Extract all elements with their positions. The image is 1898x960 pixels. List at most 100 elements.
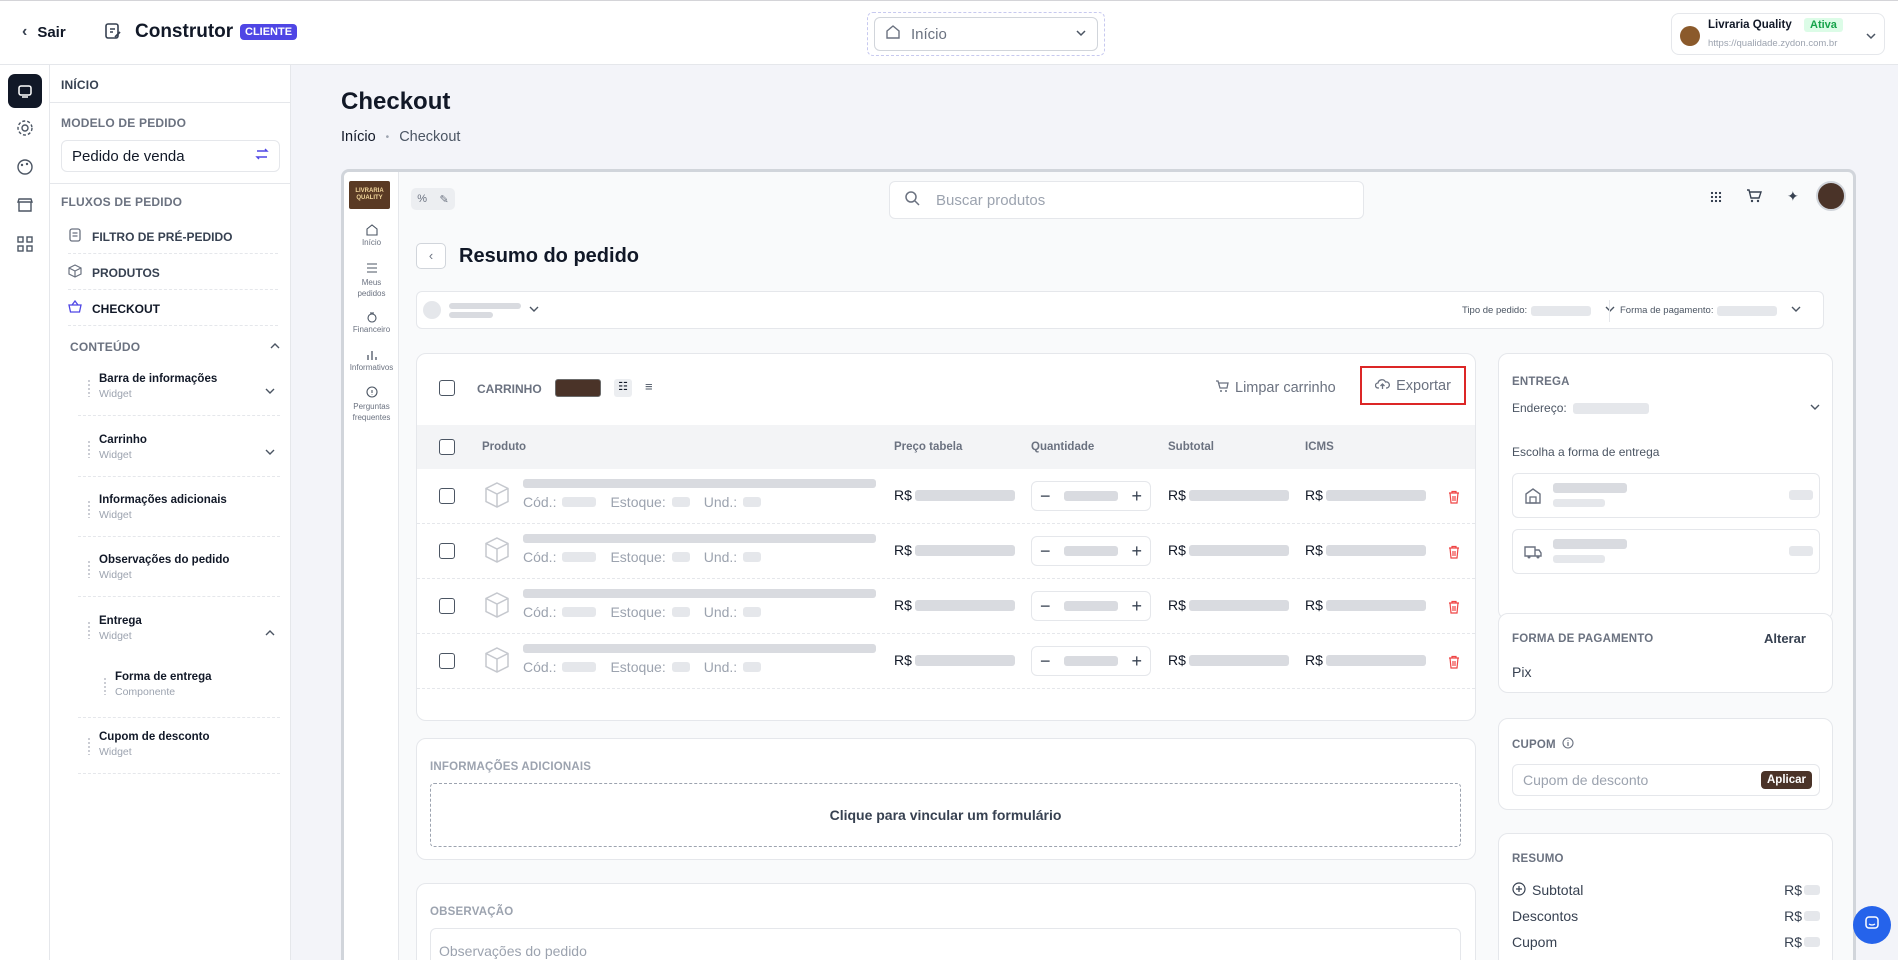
store-logo[interactable]: LIVRARIA QUALITY <box>349 181 390 209</box>
plus-icon[interactable]: + <box>1131 596 1142 617</box>
cart-rows: Cód.: Estoque: Und.: R$ − + R$ R$ Cód.: Estoque: U… <box>417 469 1475 719</box>
quantity-stepper[interactable]: − + <box>1031 591 1151 621</box>
view-toggle-compact[interactable] <box>555 379 601 397</box>
apps-icon[interactable] <box>16 235 34 258</box>
product-search[interactable]: Buscar produtos <box>889 181 1364 219</box>
flow-item-products[interactable]: PRODUTOS <box>68 256 278 290</box>
trash-icon[interactable] <box>1447 600 1461 619</box>
export-button[interactable]: Exportar <box>1360 366 1466 405</box>
info-icon[interactable] <box>1562 736 1574 754</box>
cart-icon[interactable] <box>1746 188 1762 209</box>
plus-icon[interactable]: + <box>1131 541 1142 562</box>
column-subtotal: Subtotal <box>1168 441 1214 453</box>
link-form-button[interactable]: Clique para vincular um formulário <box>430 783 1461 847</box>
breadcrumb: Início • Checkout <box>341 129 461 145</box>
clear-cart-button[interactable]: Limpar carrinho <box>1215 379 1336 397</box>
sidebar-home[interactable]: INÍCIO <box>61 78 99 92</box>
percent-icon[interactable]: % <box>417 193 427 205</box>
nav-item-financial[interactable]: Financeiro <box>344 311 399 334</box>
header-checkbox[interactable] <box>439 439 455 455</box>
minus-icon[interactable]: − <box>1040 596 1051 617</box>
meta-unit-label: Und.: <box>703 549 738 565</box>
breadcrumb-home[interactable]: Início <box>341 129 376 145</box>
user-avatar[interactable] <box>1816 181 1846 211</box>
cart-remove-icon <box>1215 379 1229 397</box>
drag-handle-icon[interactable] <box>87 440 91 458</box>
order-model-select[interactable]: Pedido de venda <box>61 140 280 172</box>
order-type-selector[interactable]: Tipo de pedido: <box>1462 304 1615 317</box>
minus-icon[interactable]: − <box>1040 651 1051 672</box>
customer-selector[interactable] <box>423 301 539 319</box>
minus-icon[interactable]: − <box>1040 486 1051 507</box>
content-section-header[interactable]: CONTEÚDO <box>70 338 280 356</box>
plus-icon[interactable]: + <box>1131 486 1142 507</box>
quantity-stepper[interactable]: − + <box>1031 481 1151 511</box>
store-name: Livraria Quality <box>1708 19 1792 31</box>
widget-item[interactable]: Barra de informações Widget <box>87 373 279 401</box>
quantity-stepper[interactable]: − + <box>1031 536 1151 566</box>
select-all-checkbox[interactable] <box>439 380 455 396</box>
drag-handle-icon[interactable] <box>87 379 91 397</box>
plus-circle-icon[interactable] <box>1512 881 1526 899</box>
compact-list-icon[interactable]: ≡ <box>645 379 653 394</box>
grid-dots-icon[interactable] <box>1710 191 1722 203</box>
widget-item[interactable]: Entrega Widget <box>87 615 279 643</box>
drag-handle-icon[interactable] <box>87 737 91 755</box>
basket-icon <box>68 299 82 317</box>
flow-item-checkout[interactable]: CHECKOUT <box>68 292 278 326</box>
drag-handle-icon[interactable] <box>103 677 107 695</box>
store-avatar <box>1680 26 1700 46</box>
sparkle-icon[interactable]: ✦ <box>1787 188 1799 205</box>
chat-button[interactable] <box>1853 906 1891 944</box>
palette-icon[interactable] <box>16 158 34 181</box>
address-selector[interactable]: Endereço: <box>1512 401 1820 415</box>
trash-icon[interactable] <box>1447 490 1461 509</box>
exit-button[interactable]: ‹ Sair <box>22 23 66 41</box>
nav-item-orders[interactable]: Meus pedidos <box>344 262 399 299</box>
drag-handle-icon[interactable] <box>87 560 91 578</box>
flow-item-pre-order-filter[interactable]: FILTRO DE PRÉ-PEDIDO <box>68 220 278 254</box>
delivery-option[interactable] <box>1512 473 1820 518</box>
change-payment-button[interactable]: Alterar <box>1764 631 1806 646</box>
pages-icon[interactable] <box>8 74 42 108</box>
cart-table-header: Produto Preço tabela Quantidade Subtotal… <box>417 425 1475 469</box>
row-checkbox[interactable] <box>439 598 455 614</box>
observation-textarea[interactable]: Observações do pedido <box>430 928 1461 960</box>
store-switcher[interactable]: Livraria Quality Ativa https://qualidade… <box>1671 13 1885 55</box>
component-item[interactable]: Forma de entrega Componente <box>103 671 275 698</box>
store-icon[interactable] <box>16 196 34 219</box>
row-checkbox[interactable] <box>439 543 455 559</box>
summary-line: FreteR$ <box>1512 955 1820 960</box>
drag-handle-icon[interactable] <box>87 500 91 518</box>
trash-icon[interactable] <box>1447 545 1461 564</box>
row-checkbox[interactable] <box>439 653 455 669</box>
delivery-option[interactable] <box>1512 529 1820 574</box>
list-view-icon[interactable]: ☷ <box>614 379 632 397</box>
widget-item[interactable]: Carrinho Widget <box>87 434 279 462</box>
payment-form-selector[interactable]: Forma de pagamento: <box>1620 304 1801 317</box>
store-status-badge: Ativa <box>1804 18 1843 32</box>
widget-item[interactable]: Informações adicionais Widget <box>87 494 279 521</box>
chevron-down-icon[interactable] <box>265 383 275 401</box>
row-checkbox[interactable] <box>439 488 455 504</box>
nav-item-faq[interactable]: Perguntas frequentes <box>344 386 399 423</box>
widget-item[interactable]: Observações do pedido Widget <box>87 554 279 581</box>
nav-item-informative[interactable]: Informativos <box>344 349 399 372</box>
nav-item-home[interactable]: Início <box>344 224 399 247</box>
pencil-icon[interactable]: ✎ <box>440 193 449 206</box>
drag-handle-icon[interactable] <box>87 621 91 639</box>
back-button[interactable]: ‹ <box>416 243 446 269</box>
chevron-up-icon[interactable] <box>265 625 275 643</box>
trash-icon[interactable] <box>1447 655 1461 674</box>
chevron-down-icon[interactable] <box>265 444 275 462</box>
quantity-stepper[interactable]: − + <box>1031 646 1151 676</box>
coupon-input[interactable]: Cupom de desconto Aplicar <box>1512 764 1820 796</box>
settings-icon[interactable] <box>16 119 34 142</box>
page-selector[interactable]: Início <box>874 17 1098 51</box>
additional-info-card: INFORMAÇÕES ADICIONAIS Clique para vincu… <box>416 738 1476 860</box>
apply-coupon-button[interactable]: Aplicar <box>1761 771 1812 789</box>
plus-icon[interactable]: + <box>1131 651 1142 672</box>
delivery-card: ENTREGA Endereço: Escolha a forma de ent… <box>1498 353 1833 620</box>
minus-icon[interactable]: − <box>1040 541 1051 562</box>
widget-item[interactable]: Cupom de desconto Widget <box>87 731 279 758</box>
